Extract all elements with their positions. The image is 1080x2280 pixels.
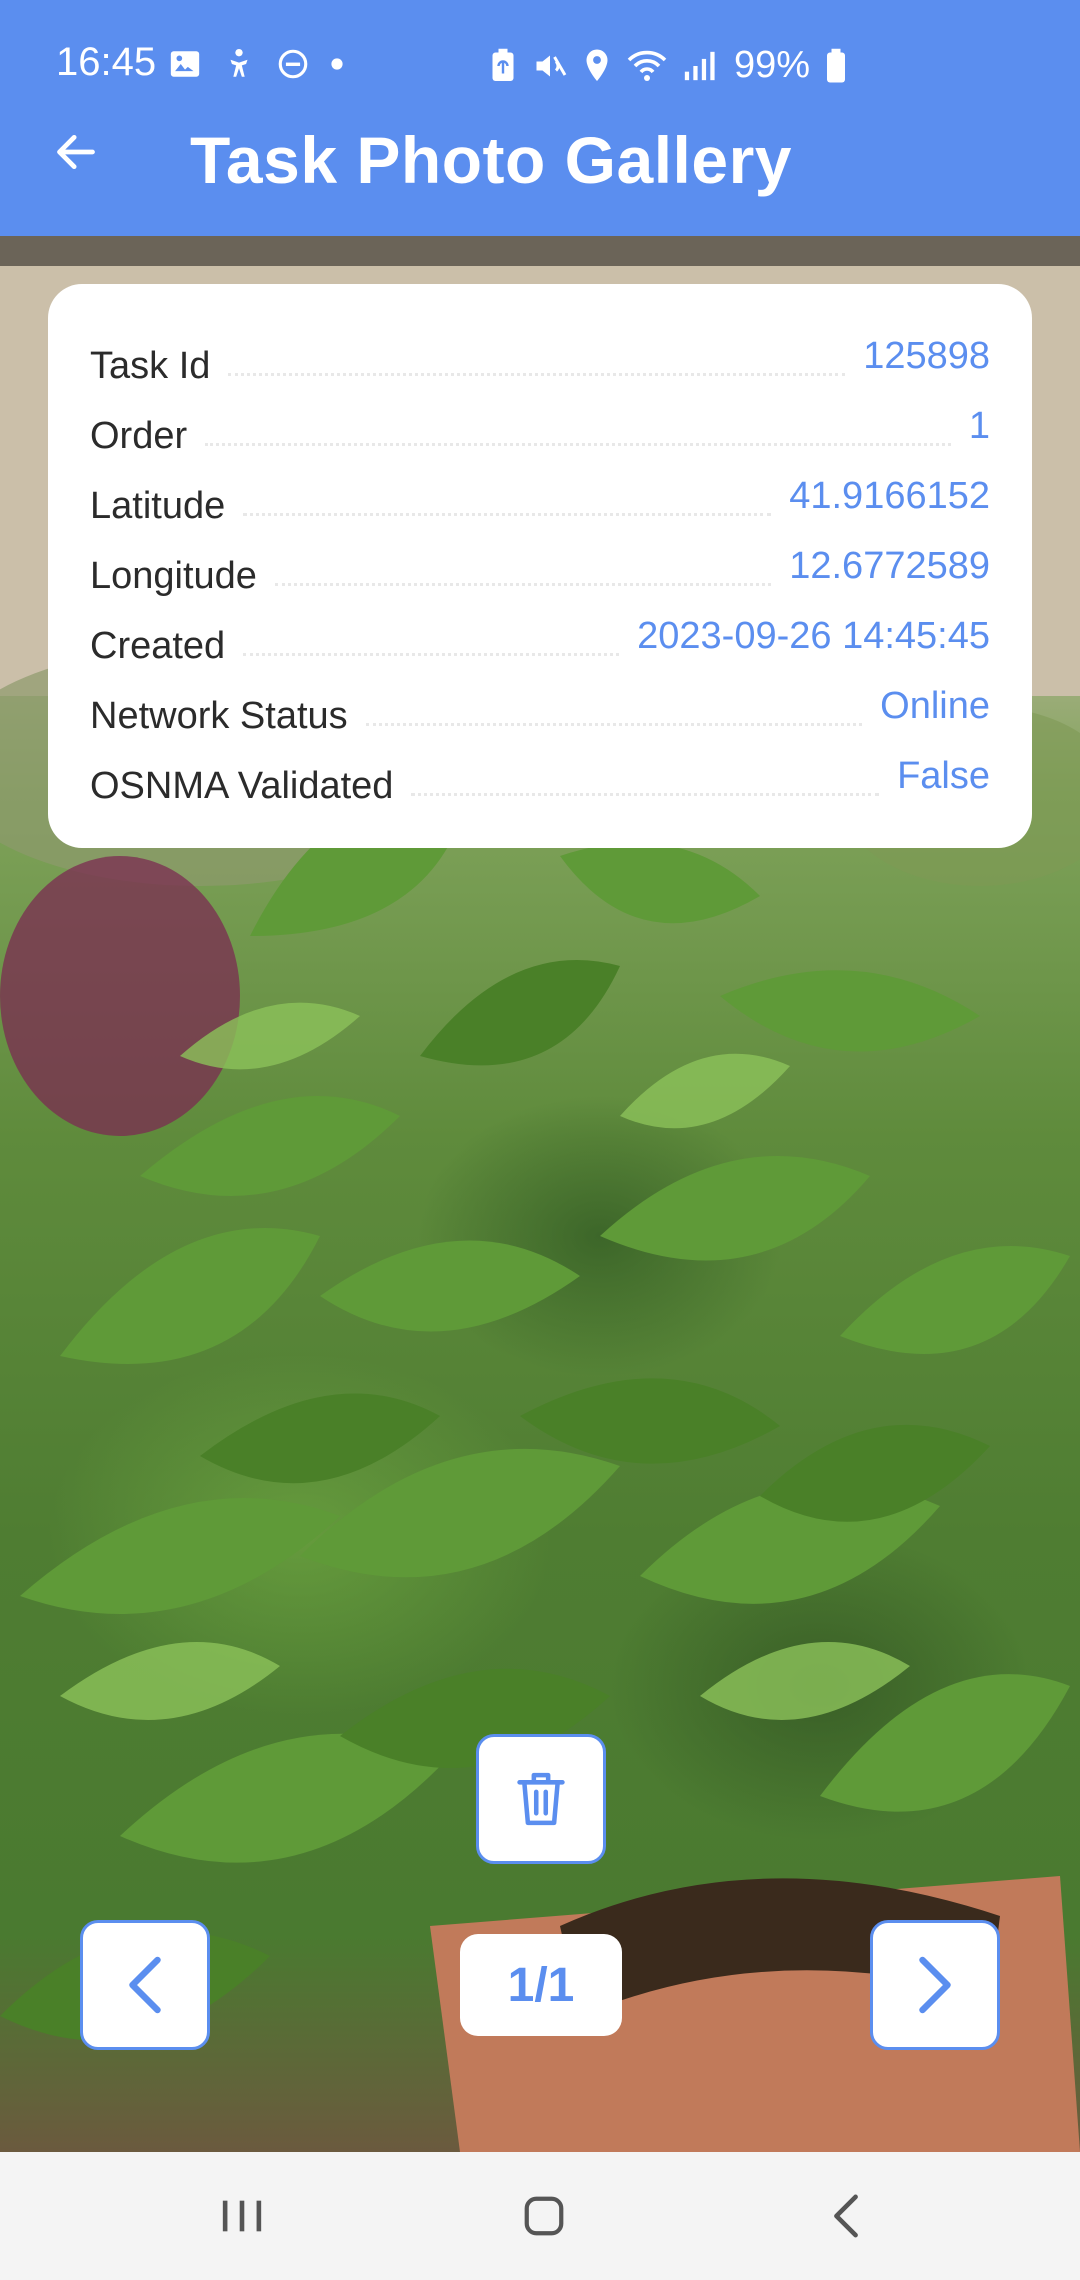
info-label: Order xyxy=(90,415,188,457)
info-value: 1 xyxy=(968,405,990,447)
info-row-network-status: Network Status Online xyxy=(90,672,990,742)
dotted-leader xyxy=(365,723,863,726)
app-header: 16:45 99% Task Photo Gallery xyxy=(0,0,1080,236)
signal-icon xyxy=(684,51,715,80)
next-photo-button[interactable] xyxy=(870,1920,1000,2050)
delete-photo-button[interactable] xyxy=(476,1734,606,1864)
info-row-osnma-validated: OSNMA Validated False xyxy=(90,742,990,812)
chevron-left-icon xyxy=(129,1956,161,2014)
battery-saver-icon xyxy=(492,48,514,81)
dotted-leader xyxy=(411,793,880,796)
accessibility-icon xyxy=(230,48,248,77)
previous-photo-button[interactable] xyxy=(80,1920,210,2050)
dotted-leader xyxy=(228,373,846,376)
info-value: 41.9166152 xyxy=(789,475,990,517)
system-navigation-bar xyxy=(0,2152,1080,2280)
chevron-right-icon xyxy=(919,1956,951,2014)
dot-icon xyxy=(331,58,343,70)
recents-button[interactable] xyxy=(182,2176,302,2256)
status-time: 16:45 xyxy=(56,40,157,84)
info-label: OSNMA Validated xyxy=(90,765,394,807)
mute-icon xyxy=(536,55,567,76)
status-left-icons xyxy=(168,46,344,82)
back-button[interactable] xyxy=(44,120,108,184)
info-value: False xyxy=(897,755,990,797)
dotted-leader xyxy=(205,443,951,446)
dotted-leader xyxy=(243,653,620,656)
status-bar: 16:45 99% xyxy=(0,0,1080,130)
battery-icon xyxy=(827,48,846,82)
info-value: 125898 xyxy=(863,335,990,377)
info-row-latitude: Latitude 41.9166152 xyxy=(90,462,990,532)
page-title: Task Photo Gallery xyxy=(190,123,792,197)
trash-icon xyxy=(517,1772,565,1826)
info-value: 2023-09-26 14:45:45 xyxy=(637,615,990,657)
info-label: Network Status xyxy=(90,695,348,737)
page-indicator: 1/1 xyxy=(460,1934,622,2036)
info-row-longitude: Longitude 12.6772589 xyxy=(90,532,990,602)
back-icon xyxy=(834,2194,858,2238)
info-label: Latitude xyxy=(90,485,226,527)
recents-icon xyxy=(222,2200,262,2232)
info-value: Online xyxy=(880,685,990,727)
wifi-icon xyxy=(627,50,667,81)
info-label: Created xyxy=(90,625,226,667)
dotted-leader xyxy=(274,583,772,586)
arrow-left-icon xyxy=(57,134,95,170)
system-back-button[interactable] xyxy=(786,2176,906,2256)
info-row-task-id: Task Id 125898 xyxy=(90,322,990,392)
status-right-icons: 99% xyxy=(488,44,848,87)
do-not-disturb-icon xyxy=(278,49,308,79)
dotted-leader xyxy=(243,513,772,516)
info-label: Longitude xyxy=(90,555,257,597)
info-row-created: Created 2023-09-26 14:45:45 xyxy=(90,602,990,672)
info-value: 12.6772589 xyxy=(789,545,990,587)
location-icon xyxy=(586,49,608,81)
home-icon xyxy=(524,2196,564,2236)
image-icon xyxy=(170,51,200,77)
task-info-card: Task Id 125898 Order 1 Latitude 41.91661… xyxy=(48,284,1032,848)
info-label: Task Id xyxy=(90,345,211,387)
info-row-order: Order 1 xyxy=(90,392,990,462)
battery-percent: 99% xyxy=(734,44,811,86)
home-button[interactable] xyxy=(484,2176,604,2256)
